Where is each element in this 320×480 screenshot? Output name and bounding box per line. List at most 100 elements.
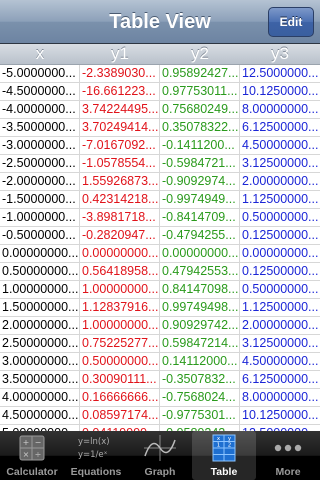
cell-x: 0.00000000... (2, 246, 78, 260)
cell-y1: 3.74224495... (82, 102, 158, 116)
cell-x: -0.5000000... (2, 228, 76, 242)
tab-calculator-label: Calculator (6, 466, 58, 478)
cell-y1: -2.3389030... (82, 66, 156, 80)
tab-table-label: Table (210, 466, 238, 478)
tab-graph[interactable]: Graph (128, 431, 192, 480)
cell-y1: 1.00000000... (82, 318, 158, 332)
table-row[interactable]: 2.00000000... 1.00000000... 0.90929742... 2… (0, 317, 320, 335)
cell-y2: 0.84147098... (162, 282, 238, 296)
table-row[interactable]: 3.00000000... 0.50000000... 0.14112000... 4… (0, 353, 320, 371)
column-header-row: x y1 y2 y3 (0, 44, 320, 65)
tab-bar: + − × ÷ Calculator y=ln(x) y=1/eˣ Equati… (0, 431, 320, 480)
cell-y1: 3.70249414... (82, 120, 158, 134)
column-header-y1: y1 (111, 44, 129, 63)
tab-more[interactable]: More (256, 431, 320, 480)
cell-y2: -0.7568024... (162, 390, 236, 404)
cell-y1: 1.55926873... (82, 174, 158, 188)
table-row[interactable]: 2.50000000... 0.75225277... 0.59847214... 3… (0, 335, 320, 353)
cell-y3: 2.00000000... (242, 174, 318, 188)
cell-y3: 6.12500000... (242, 372, 318, 386)
cell-y2: 0.95892427... (162, 66, 238, 80)
cell-y2: 0.97753011... (162, 84, 238, 98)
table-row[interactable]: 0.00000000... 0.00000000... 0.00000000... 0… (0, 245, 320, 263)
cell-y3: 10.1250000... (242, 408, 318, 422)
cell-y2: 0.00000000... (162, 246, 238, 260)
cell-y1: 0.50000000... (82, 354, 158, 368)
cell-x: -3.0000000... (2, 138, 76, 152)
cell-y3: 6.12500000... (242, 120, 318, 134)
cell-y1: 0.00000000... (82, 246, 158, 260)
cell-x: -4.0000000... (2, 102, 76, 116)
cell-y3: 0.12500000... (242, 228, 318, 242)
cell-y3: 12.5000000... (242, 66, 318, 80)
cell-y2: -0.9092974... (162, 174, 236, 188)
cell-y3: 8.00000000... (242, 102, 318, 116)
table-row[interactable]: 1.00000000... 1.00000000... 0.84147098... 0… (0, 281, 320, 299)
cell-y2: 0.99749498... (162, 300, 238, 314)
cell-y3: 0.50000000... (242, 210, 318, 224)
cell-x: 2.00000000... (2, 318, 78, 332)
cell-x: 0.50000000... (2, 264, 78, 278)
table-row[interactable]: -1.5000000... 0.42314218... -0.9974949... 1… (0, 191, 320, 209)
table-row[interactable]: -4.0000000... 3.74224495... 0.75680249... 8… (0, 101, 320, 119)
cell-y2: -0.5984721... (162, 156, 236, 170)
cell-y3: 0.12500000... (242, 264, 318, 278)
column-header-y3: y3 (271, 44, 289, 63)
cell-y1: 0.56418958... (82, 264, 158, 278)
tab-more-label: More (275, 466, 301, 478)
table-row[interactable]: 0.50000000... 0.56418958... 0.47942553... 0… (0, 263, 320, 281)
cell-x: 4.00000000... (2, 390, 78, 404)
tab-equations[interactable]: y=ln(x) y=1/eˣ Equations (64, 431, 128, 480)
svg-text:1: 1 (217, 443, 221, 449)
cell-y2: 0.14112000... (162, 354, 238, 368)
cell-y1: 0.30090111... (82, 372, 157, 386)
tab-graph-label: Graph (144, 466, 176, 478)
cell-y3: 1.12500000... (242, 300, 318, 314)
table-row[interactable]: -0.5000000... -0.2820947... -0.4794255... 0… (0, 227, 320, 245)
column-header-y2: y2 (191, 44, 209, 63)
tab-calculator[interactable]: + − × ÷ Calculator (0, 431, 64, 480)
cell-y3: 3.12500000... (242, 336, 318, 350)
table-row[interactable]: 4.50000000... 0.08597174... -0.9775301... 1… (0, 407, 320, 425)
tab-equations-label: Equations (70, 466, 122, 478)
cell-y1: -1.0578554... (82, 156, 156, 170)
cell-x: 4.50000000... (2, 408, 78, 422)
table-row[interactable]: -1.0000000... -3.8981718... -0.8414709... 0… (0, 209, 320, 227)
table-body[interactable]: -5.0000000... -2.3389030... 0.95892427... 1… (0, 65, 320, 431)
cell-x: -2.0000000... (2, 174, 76, 188)
table-row[interactable]: -2.0000000... 1.55926873... -0.9092974... 2… (0, 173, 320, 191)
cell-y3: 2.00000000... (242, 318, 318, 332)
cell-x: 3.00000000... (2, 354, 78, 368)
cell-x: 3.50000000... (2, 372, 78, 386)
table-icon: x y 1 2 (212, 434, 236, 462)
cell-y3: 4.50000000... (242, 354, 318, 368)
cell-y2: -0.4794255... (162, 228, 236, 242)
table-row[interactable]: -4.5000000... -16.661223... 0.97753011... 1… (0, 83, 320, 101)
table-row[interactable]: -2.5000000... -1.0578554... -0.5984721... 3… (0, 155, 320, 173)
table-row[interactable]: -3.5000000... 3.70249414... 0.35078322... 6… (0, 119, 320, 137)
table-row[interactable]: 1.50000000... 1.12837916... 0.99749498... 1… (0, 299, 320, 317)
cell-y2: -0.1411200... (162, 138, 235, 152)
cell-y1: 0.16666666... (82, 390, 158, 404)
cell-y2: -0.9775301... (162, 408, 236, 422)
tab-table[interactable]: x y 1 2 Table (192, 431, 256, 480)
table-row[interactable]: -5.0000000... -2.3389030... 0.95892427... 1… (0, 65, 320, 83)
cell-y2: 0.90929742... (162, 318, 238, 332)
cell-y1: 0.42314218... (82, 192, 158, 206)
cell-y3: 1.12500000... (242, 192, 318, 206)
svg-text:÷: ÷ (35, 450, 42, 459)
cell-y1: 0.08597174... (82, 408, 158, 422)
column-header-x: x (35, 44, 45, 63)
cell-x: -2.5000000... (2, 156, 76, 170)
cell-y2: 0.59847214... (162, 336, 238, 350)
cell-x: 1.00000000... (2, 282, 78, 296)
cell-x: -1.5000000... (2, 192, 76, 206)
table-row[interactable]: -3.0000000... -7.0167092... -0.1411200... 4… (0, 137, 320, 155)
equations-icon: y=ln(x) y=1/eˣ (78, 437, 110, 460)
more-icon (274, 444, 302, 452)
cell-y3: 8.00000000... (242, 390, 318, 404)
edit-button[interactable]: Edit (268, 7, 314, 37)
table-row[interactable]: 4.00000000... 0.16666666... -0.7568024... 8… (0, 389, 320, 407)
table-row[interactable]: 3.50000000... 0.30090111... -0.3507832... 6… (0, 371, 320, 389)
cell-y2: -0.9974949... (162, 192, 236, 206)
